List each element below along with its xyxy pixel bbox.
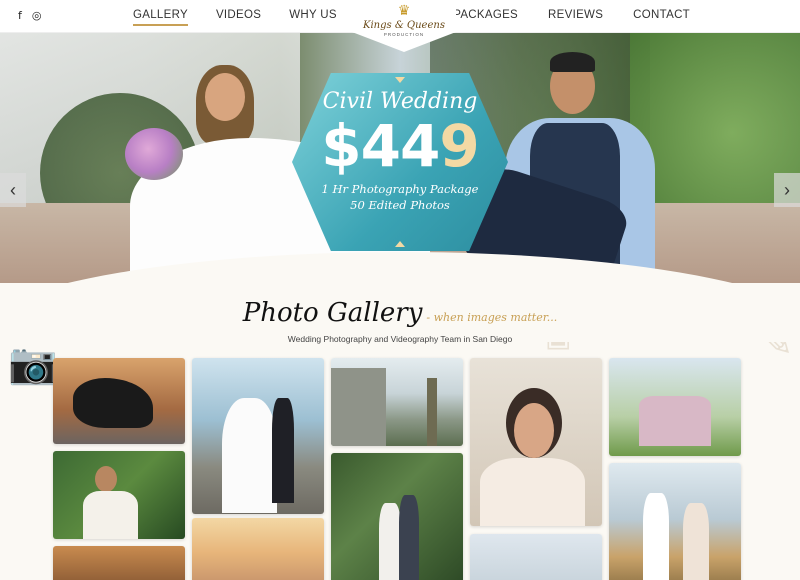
- badge-photos-line: 50 Edited Photos: [350, 198, 450, 212]
- badge-price: $449: [321, 112, 479, 180]
- gallery-heading: Photo Gallery - when images matter... Wed…: [0, 298, 800, 344]
- gallery-photo[interactable]: [53, 451, 185, 539]
- gallery-title: Photo Gallery: [242, 298, 423, 328]
- gallery-photo[interactable]: [53, 358, 185, 444]
- gallery-photo[interactable]: [192, 358, 324, 514]
- nav-left-menu: GALLERY VIDEOS WHY US: [133, 9, 337, 26]
- nav-item-contact[interactable]: CONTACT: [633, 9, 690, 24]
- badge-package-line: 1 Hr Photography Package: [321, 182, 479, 196]
- nav-right-menu: PACKAGES REVIEWS CONTACT: [453, 9, 690, 24]
- nav-item-why-us[interactable]: WHY US: [289, 9, 337, 26]
- gallery-photo[interactable]: [470, 534, 602, 580]
- facebook-icon[interactable]: f: [18, 9, 22, 22]
- gallery-photo[interactable]: [53, 546, 185, 580]
- nav-item-videos[interactable]: VIDEOS: [216, 9, 261, 26]
- gallery-photo[interactable]: [609, 358, 741, 456]
- nav-item-gallery[interactable]: GALLERY: [133, 9, 188, 26]
- chevron-left-icon[interactable]: ‹: [0, 173, 26, 207]
- logo-brand-text: Kings & Queens: [363, 20, 445, 31]
- gallery-photo[interactable]: [192, 518, 324, 580]
- gallery-photo[interactable]: [609, 463, 741, 580]
- nav-item-packages[interactable]: PACKAGES: [453, 9, 518, 24]
- instagram-icon[interactable]: ◎: [32, 9, 42, 22]
- badge-bottom-marker: [395, 241, 405, 247]
- page: f ◎ GALLERY VIDEOS WHY US PACKAGES REVIE…: [0, 0, 800, 580]
- logo-sub-text: PRODUCTION: [383, 32, 425, 37]
- badge-top-marker: [395, 77, 405, 83]
- gallery-photo[interactable]: [331, 358, 463, 446]
- gallery-photo[interactable]: [470, 358, 602, 526]
- crown-icon: ♛: [397, 3, 411, 19]
- badge-title: Civil Wedding: [322, 89, 478, 114]
- hero-bouquet: [125, 128, 183, 180]
- gallery-tagline: - when images matter...: [426, 311, 558, 324]
- camera-icon: 📷: [8, 341, 58, 387]
- social-links: f ◎: [18, 9, 41, 22]
- nav-item-reviews[interactable]: REVIEWS: [548, 9, 603, 24]
- gallery-photo[interactable]: [331, 453, 463, 580]
- chevron-right-icon[interactable]: ›: [774, 173, 800, 207]
- promo-badge[interactable]: Civil Wedding $449 1 Hr Photography Pack…: [292, 73, 508, 251]
- hero-slider: Civil Wedding $449 1 Hr Photography Pack…: [0, 33, 800, 283]
- gallery-subtitle: Wedding Photography and Videography Team…: [287, 334, 513, 344]
